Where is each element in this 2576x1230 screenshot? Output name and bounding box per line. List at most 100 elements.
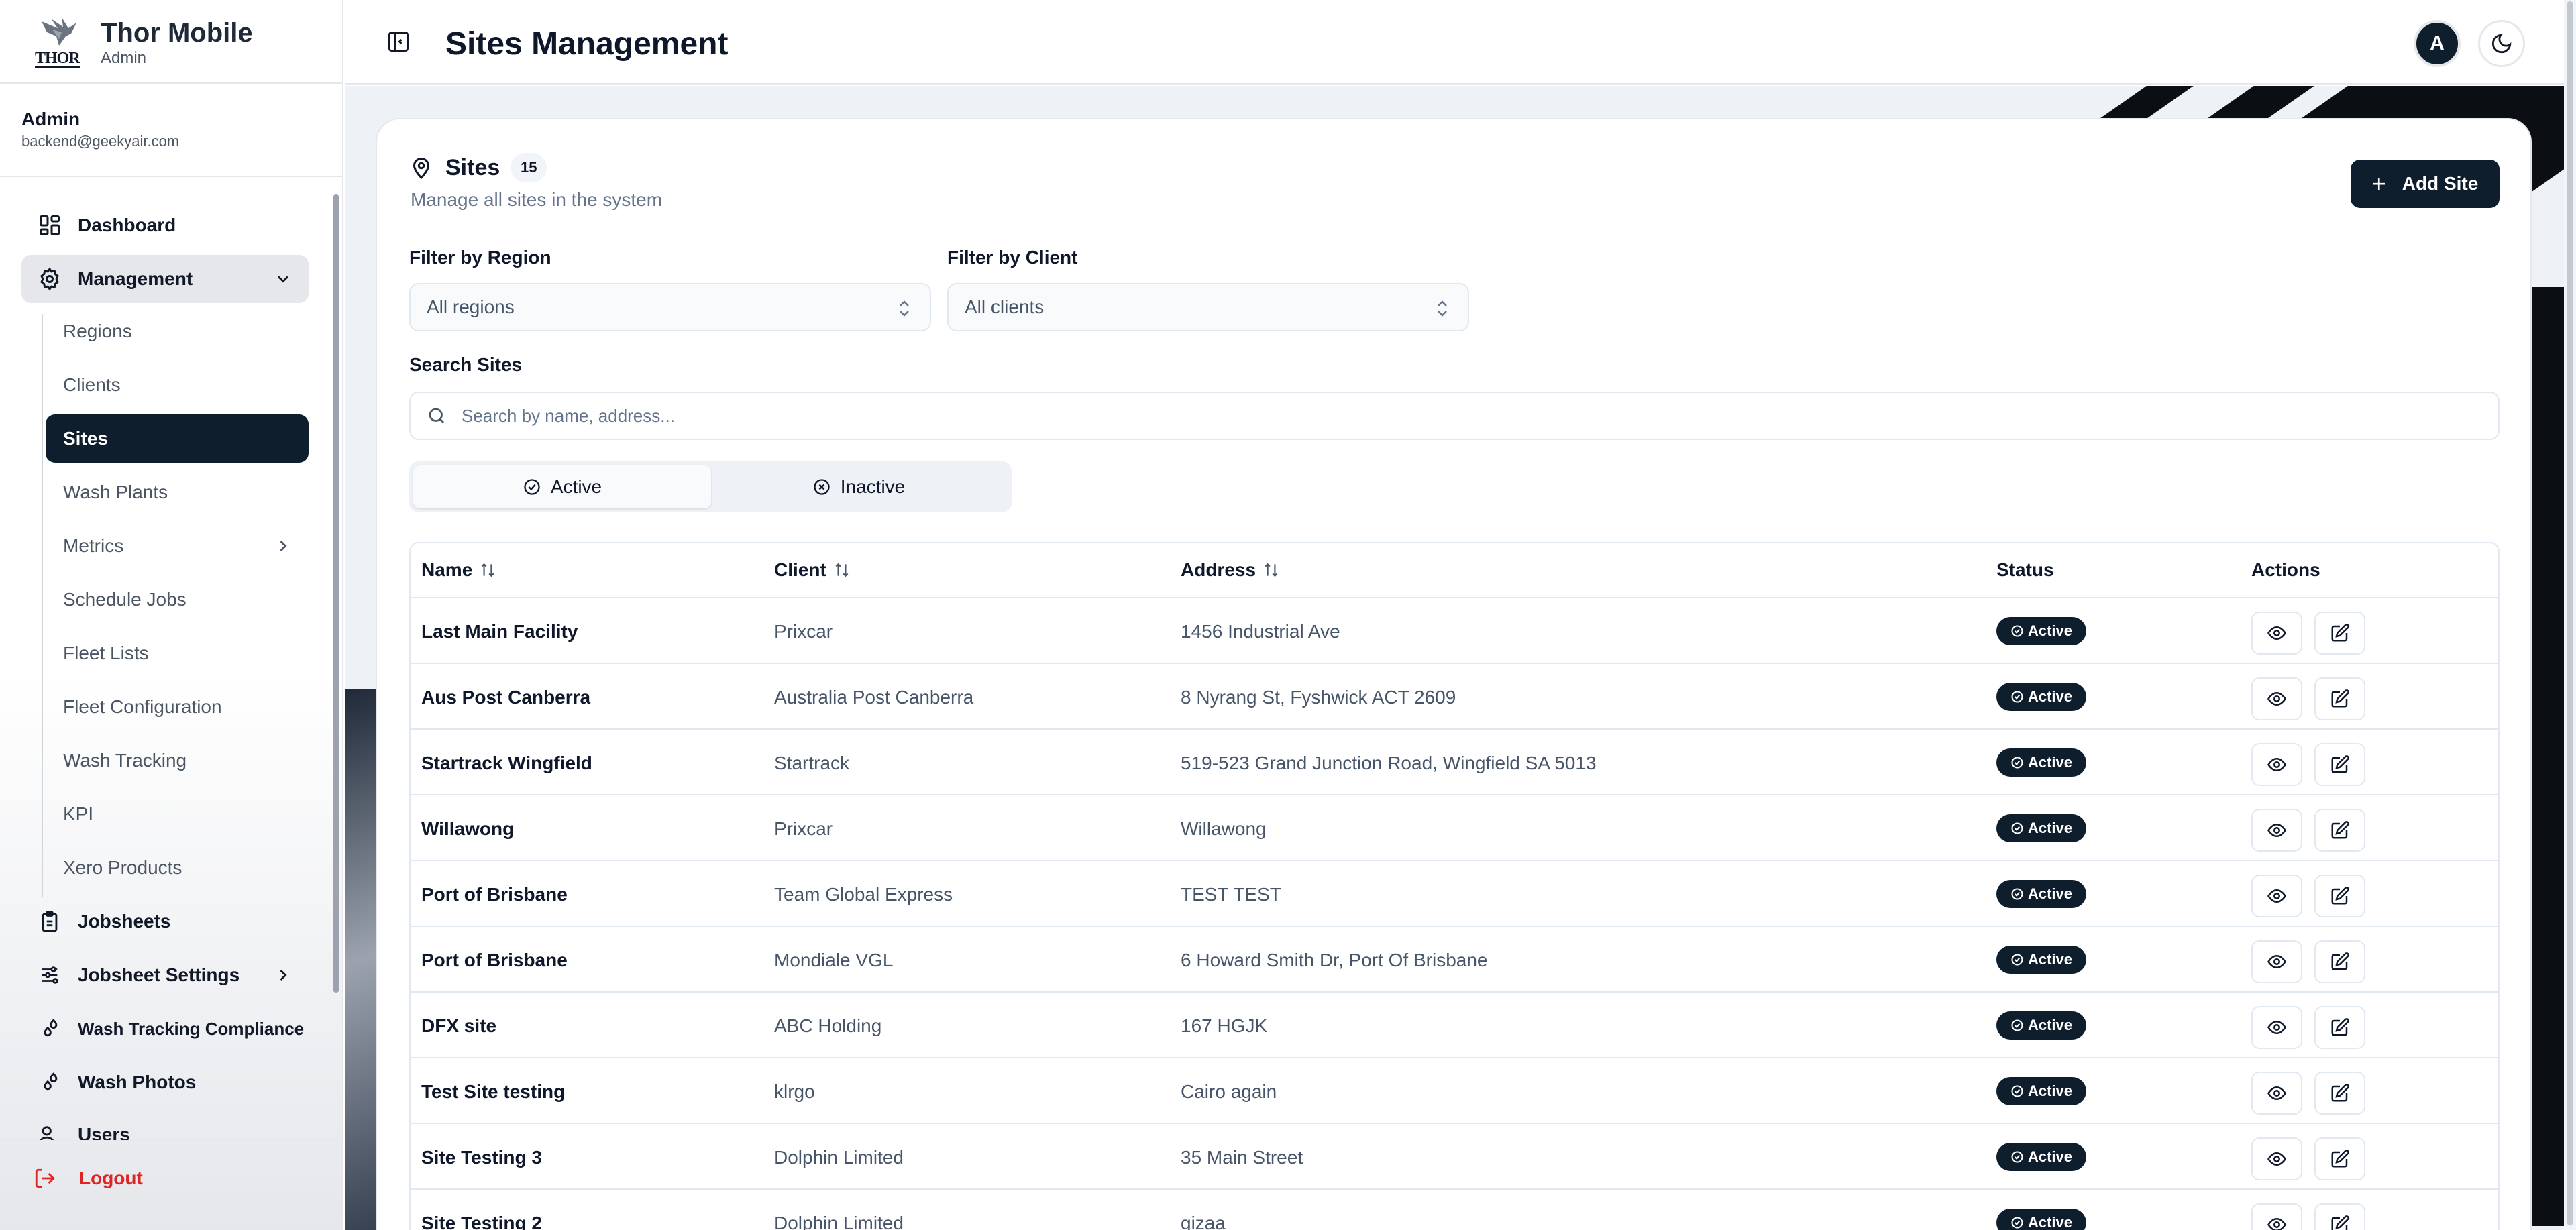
tab-active[interactable]: Active <box>413 465 711 508</box>
edit-icon <box>2331 887 2349 905</box>
submenu-line <box>42 314 43 897</box>
theme-toggle-button[interactable] <box>2478 20 2525 67</box>
thor-logo: THOR <box>34 15 83 71</box>
check-circle-icon <box>2011 822 2023 834</box>
chevron-down-icon <box>277 276 289 283</box>
table-row[interactable]: Last Main Facility Prixcar 1456 Industrial… <box>411 598 2498 664</box>
sidebar-item-fleet-lists[interactable]: Fleet Lists <box>46 629 309 677</box>
chevron-right-icon <box>280 540 287 552</box>
divider <box>0 82 342 84</box>
column-header-label: Name <box>421 559 473 580</box>
view-button[interactable] <box>2251 940 2302 983</box>
search-input[interactable] <box>462 405 2407 427</box>
view-button[interactable] <box>2251 677 2302 720</box>
sidebar-item-metrics[interactable]: Metrics <box>46 522 309 570</box>
view-button[interactable] <box>2251 1072 2302 1115</box>
edit-button[interactable] <box>2314 1006 2365 1049</box>
table-row[interactable]: Startrack Wingfield Startrack 519-523 Gran… <box>411 730 2498 795</box>
edit-button[interactable] <box>2314 940 2365 983</box>
view-button[interactable] <box>2251 1203 2302 1230</box>
status-badge: Active <box>1996 1143 2086 1171</box>
status-label: Active <box>2027 1214 2073 1230</box>
edit-button[interactable] <box>2314 1072 2365 1115</box>
eye-icon <box>2267 889 2286 903</box>
tab-inactive[interactable]: Inactive <box>710 465 1008 508</box>
tab-label: Inactive <box>840 476 906 497</box>
edit-icon <box>2331 952 2349 970</box>
sidebar-item-fleet-configuration[interactable]: Fleet Configuration <box>46 683 309 731</box>
edit-button[interactable] <box>2314 1203 2365 1230</box>
table-row[interactable]: Test Site testing klrgo Cairo again Active <box>411 1058 2498 1124</box>
logout-button[interactable]: Logout <box>34 1167 143 1190</box>
avatar[interactable]: A <box>2414 20 2461 67</box>
page-scrollbar-thumb[interactable] <box>2567 1 2573 1225</box>
sidebar-item-label: Users <box>78 1124 130 1140</box>
edit-button[interactable] <box>2314 612 2365 655</box>
topbar: Sites Management A <box>345 0 2576 85</box>
view-button[interactable] <box>2251 809 2302 852</box>
sidebar-item-xero-products[interactable]: Xero Products <box>46 844 309 892</box>
tab-label: Active <box>550 476 602 497</box>
column-header-name[interactable]: Name <box>421 559 496 581</box>
status-badge: Active <box>1996 1011 2086 1040</box>
check-circle-icon <box>2011 888 2023 900</box>
view-button[interactable] <box>2251 743 2302 786</box>
region-filter-select[interactable]: All regions <box>409 283 931 331</box>
site-client: Mondiale VGL <box>774 950 894 970</box>
sidebar-item-wash-photos[interactable]: Wash Photos <box>21 1058 309 1107</box>
eye-icon <box>2267 1020 2286 1035</box>
edit-icon <box>2331 755 2349 773</box>
edit-button[interactable] <box>2314 677 2365 720</box>
sidebar-item-schedule-jobs[interactable]: Schedule Jobs <box>46 575 309 624</box>
check-circle-icon <box>2011 954 2023 966</box>
status-label: Active <box>2027 1148 2073 1165</box>
sidebar-scrollbar-thumb[interactable] <box>333 194 339 993</box>
site-client: Dolphin Limited <box>774 1213 904 1230</box>
table-row[interactable]: Willawong Prixcar Willawong Active <box>411 795 2498 861</box>
column-header-client[interactable]: Client <box>774 559 851 581</box>
table-row[interactable]: Port of Brisbane Team Global Express TEST … <box>411 861 2498 927</box>
sidebar-item-wash-tracking[interactable]: Wash Tracking <box>46 736 309 785</box>
status-badge: Active <box>1996 946 2086 974</box>
view-button[interactable] <box>2251 612 2302 655</box>
sidebar-item-management[interactable]: Management <box>21 255 309 303</box>
status-badge: Active <box>1996 1209 2086 1230</box>
edit-button[interactable] <box>2314 875 2365 917</box>
add-site-button[interactable]: + Add Site <box>2351 160 2500 208</box>
table-row[interactable]: DFX site ABC Holding 167 HGJK Active <box>411 993 2498 1058</box>
edit-button[interactable] <box>2314 743 2365 786</box>
sidebar-item-label: Dashboard <box>78 215 176 235</box>
sidebar-item-dashboard[interactable]: Dashboard <box>21 201 309 249</box>
sidebar-item-sites[interactable]: Sites <box>46 414 309 463</box>
edit-button[interactable] <box>2314 1137 2365 1180</box>
view-button[interactable] <box>2251 1137 2302 1180</box>
sidebar-item-regions[interactable]: Regions <box>46 307 309 355</box>
edit-button[interactable] <box>2314 809 2365 852</box>
sidebar-item-kpi[interactable]: KPI <box>46 790 309 838</box>
edit-icon <box>2331 1215 2349 1230</box>
sidebar-toggle-icon[interactable] <box>386 30 411 54</box>
column-header-address[interactable]: Address <box>1181 559 1280 581</box>
brand[interactable]: THOR Thor Mobile Admin <box>34 15 253 71</box>
sidebar-item-wash-tracking-compliance[interactable]: Wash Tracking Compliance <box>21 1005 309 1053</box>
logout-icon <box>35 1168 55 1188</box>
table-row[interactable]: Site Testing 2 Dolphin Limited gizaa Active <box>411 1190 2498 1230</box>
status-label: Active <box>2027 754 2073 771</box>
client-filter-select[interactable]: All clients <box>947 283 1469 331</box>
column-header-status: Status <box>1996 559 2054 580</box>
user-email: backend@geekyair.com <box>21 133 180 150</box>
table-row[interactable]: Site Testing 3 Dolphin Limited 35 Main Str… <box>411 1124 2498 1190</box>
table-row[interactable]: Port of Brisbane Mondiale VGL 6 Howard Smi… <box>411 927 2498 993</box>
edit-icon <box>2331 1150 2349 1168</box>
sidebar-item-wash-plants[interactable]: Wash Plants <box>46 468 309 516</box>
search-label: Search Sites <box>409 354 523 375</box>
sidebar-item-label: Jobsheets <box>78 911 171 932</box>
table-row[interactable]: Aus Post Canberra Australia Post Canberra… <box>411 664 2498 730</box>
sidebar-item-jobsheet-settings[interactable]: Jobsheet Settings <box>21 951 309 999</box>
site-name: Willawong <box>421 818 515 839</box>
sidebar-item-users[interactable]: Users <box>21 1113 309 1140</box>
view-button[interactable] <box>2251 875 2302 917</box>
view-button[interactable] <box>2251 1006 2302 1049</box>
sidebar-item-jobsheets[interactable]: Jobsheets <box>21 897 309 946</box>
sidebar-item-clients[interactable]: Clients <box>46 361 309 409</box>
